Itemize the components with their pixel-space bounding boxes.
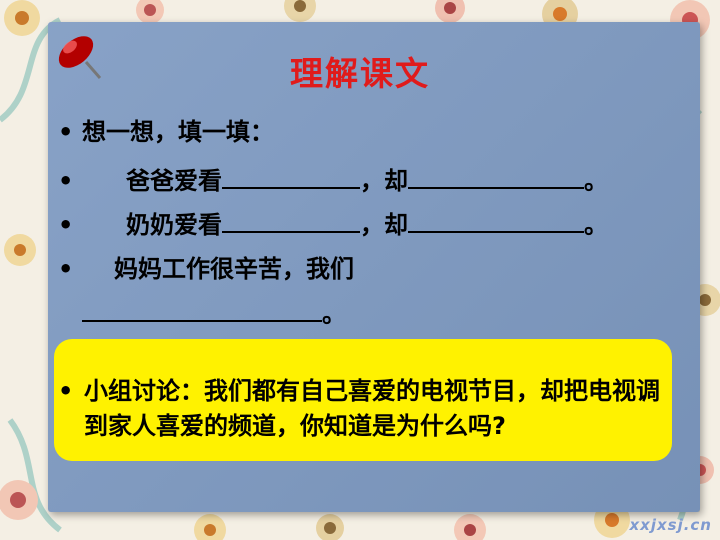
slide-title: 理解课文 <box>290 54 430 93</box>
watermark: xxjxsj.cn <box>629 516 712 534</box>
fill-line-dad: • 爸爸爱看 ，却。 <box>58 163 608 197</box>
bullet: • <box>58 118 74 146</box>
fill-line-mom-blank: 。 <box>82 296 346 330</box>
answer-blank[interactable] <box>408 207 584 233</box>
discussion-question: • 小组讨论：我们都有自己喜爱的电视节目，却把电视调到家人喜爱的频道，你知道是为… <box>58 377 660 440</box>
answer-blank[interactable] <box>82 296 322 322</box>
fill-line-grandma: • 奶奶爱看 ，却。 <box>58 207 608 241</box>
prompt-line: • 想一想，填一填： <box>58 118 274 146</box>
answer-blank[interactable] <box>222 207 360 233</box>
answer-blank[interactable] <box>222 163 360 189</box>
answer-blank[interactable] <box>408 163 584 189</box>
fill-line-mom: • 妈妈工作很辛苦，我们 <box>58 255 354 283</box>
